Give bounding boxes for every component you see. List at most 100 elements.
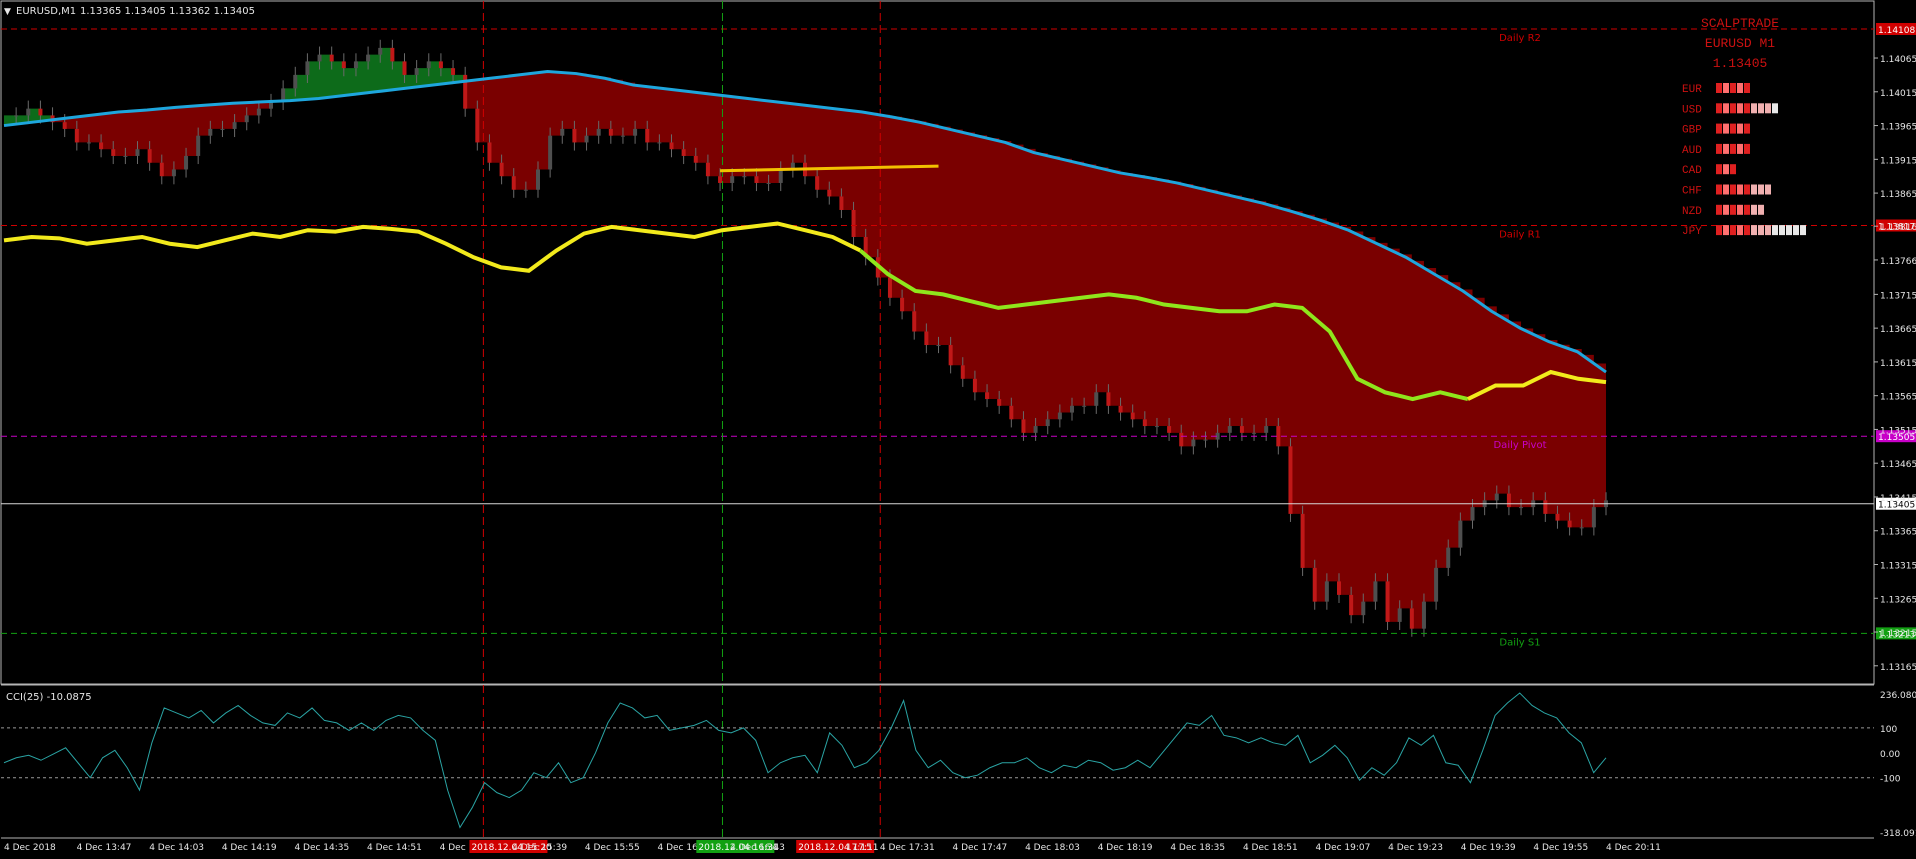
strength-bar <box>1751 225 1757 236</box>
strength-bar <box>1751 103 1757 114</box>
cci-label: CCI(25) -10.0875 <box>6 692 92 703</box>
strength-bar <box>1744 123 1750 134</box>
candle-body <box>38 108 43 116</box>
candle-body <box>366 54 371 62</box>
strength-bar <box>1716 123 1722 134</box>
candle-body <box>123 155 128 157</box>
candle-body <box>1312 567 1317 602</box>
scalptrade-symbol: EURUSD M1 <box>1705 36 1775 51</box>
strength-bar <box>1779 225 1785 236</box>
candle-body <box>1324 581 1329 602</box>
candle-body <box>1154 426 1159 428</box>
candle-body <box>633 128 638 136</box>
candle-body <box>608 128 613 136</box>
candle-body <box>208 128 213 136</box>
price-tick-label: 1.13715 <box>1880 291 1916 301</box>
strength-bar <box>1744 143 1750 154</box>
level-label: Daily R2 <box>1499 33 1541 44</box>
strength-bar <box>1723 225 1729 236</box>
candle-body <box>99 142 104 150</box>
candle-body <box>924 331 929 346</box>
strength-bar <box>1765 184 1771 195</box>
candle-body <box>815 176 820 190</box>
candle-body <box>1009 405 1014 420</box>
symbol-label: EURUSD,M1 <box>16 6 76 17</box>
price-axis: 1.14065 1.14015 1.13965 1.13915 1.13865 1.138… <box>1874 55 1916 673</box>
cci-axis-label: 236.0802 <box>1880 691 1916 701</box>
price-tick-label: 1.13415 <box>1880 494 1916 504</box>
price-tick-label: 1.13865 <box>1880 190 1916 200</box>
candle-body <box>1082 405 1087 407</box>
strength-bar <box>1716 184 1722 195</box>
time-tick-label: 4 Dec 18:03 <box>1025 843 1080 853</box>
time-tick-label: 4 Dec 18:35 <box>1170 843 1225 853</box>
time-tick-label: 4 Dec 17:31 <box>880 843 935 853</box>
candle-body <box>693 155 698 163</box>
candle-body <box>62 122 67 129</box>
time-tick-label: 4 Dec 18:51 <box>1243 843 1298 853</box>
candle-body <box>1264 426 1269 433</box>
ohlc-values: 1.13365 1.13405 1.13362 1.13405 <box>80 6 255 17</box>
candle-body <box>572 128 577 143</box>
candle-body <box>948 345 953 366</box>
candle-body <box>317 54 322 62</box>
dropdown-arrow-icon[interactable]: ▼ <box>4 7 11 17</box>
candle-body <box>1519 507 1524 509</box>
candle-body <box>1349 594 1354 616</box>
candle-body <box>851 209 856 237</box>
cci-axis-label: 100 <box>1880 725 1897 735</box>
candle-body <box>499 162 504 177</box>
candle-body <box>1434 567 1439 602</box>
candle-body <box>997 399 1002 406</box>
candle-body <box>220 128 225 130</box>
candle-body <box>523 189 528 191</box>
candle-body <box>766 182 771 184</box>
candle-body <box>620 135 625 137</box>
candle-body <box>1446 547 1451 568</box>
level-price-text: 1.14108 <box>1878 26 1915 36</box>
price-tick-label: 1.13915 <box>1880 156 1916 166</box>
strength-bar <box>1744 225 1750 236</box>
candle-body <box>329 54 334 62</box>
strength-bar <box>1723 204 1729 215</box>
level-label: Daily Pivot <box>1493 440 1546 451</box>
candle-body <box>1555 513 1560 521</box>
candle-body <box>827 189 832 197</box>
candle-body <box>1373 581 1378 602</box>
time-tick-label: 4 Dec 16: <box>658 843 701 853</box>
candle-body <box>1167 426 1172 433</box>
candle-body <box>645 128 650 143</box>
strength-bar <box>1786 225 1792 236</box>
strength-bar <box>1737 225 1743 236</box>
currency-code: JPY <box>1682 226 1702 238</box>
candle-body <box>1397 608 1402 622</box>
candle-body <box>1045 419 1050 427</box>
strength-bar <box>1765 225 1771 236</box>
price-chart[interactable]: ▼ EURUSD,M1 1.13365 1.13405 1.13362 1.13… <box>0 0 1916 859</box>
strength-bar <box>1730 184 1736 195</box>
candle-body <box>1227 426 1232 433</box>
candle-body <box>536 169 540 190</box>
candle-body <box>390 47 395 62</box>
candle-body <box>1361 601 1366 616</box>
candle-body <box>584 135 589 143</box>
time-tick-label: 4 Dec 13:47 <box>77 843 132 853</box>
currency-code: CHF <box>1682 186 1702 198</box>
strength-bar <box>1765 103 1771 114</box>
candle-body <box>487 142 492 163</box>
candle-body <box>960 365 965 379</box>
time-tick-label: 4 Dec 15:39 <box>512 843 567 853</box>
currency-code: CAD <box>1682 165 1702 177</box>
candle-body <box>1203 439 1208 441</box>
price-tick-label: 1.13665 <box>1880 325 1916 335</box>
price-tick-label: 1.13766 <box>1880 257 1916 267</box>
time-tick-label: 4 Dec 19:39 <box>1461 843 1516 853</box>
candle-body <box>1506 493 1511 508</box>
strength-bar <box>1716 225 1722 236</box>
strength-bar <box>1730 103 1736 114</box>
strength-bar <box>1723 103 1729 114</box>
candle-body <box>1458 520 1463 548</box>
candle-body <box>1179 432 1184 447</box>
strength-bar <box>1758 184 1764 195</box>
candle-body <box>26 108 31 116</box>
